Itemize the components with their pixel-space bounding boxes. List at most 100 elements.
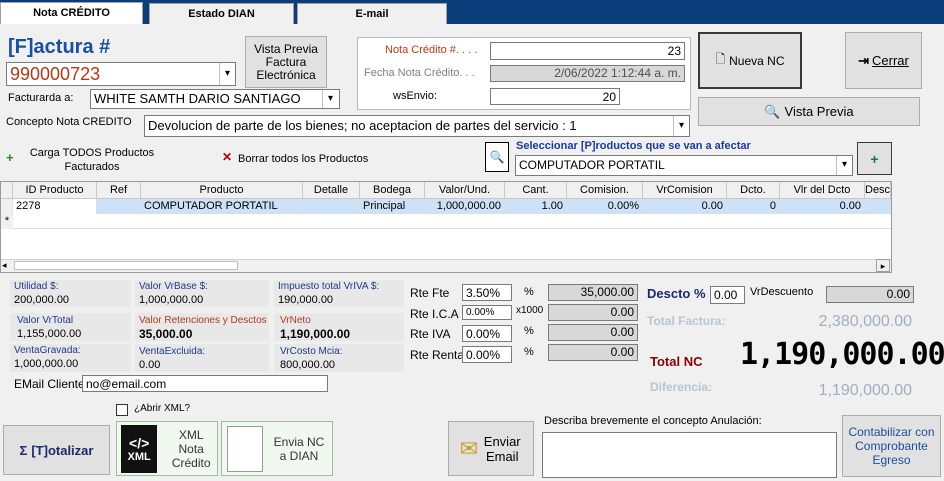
cell-vrcomision[interactable]: 0.00 [643,199,727,214]
diferencia-value: 1,190,000.00 [818,382,912,399]
tab-nota-credito[interactable]: Nota CRÉDITO [0,2,143,24]
row-header[interactable] [1,199,13,214]
scroll-right-icon[interactable]: ▸ [876,259,890,272]
ws-label: wsEnvio: [393,90,438,102]
email-input[interactable]: no@email.com [82,375,328,392]
col-vlr-dcto[interactable]: Vlr del Dcto [780,182,865,199]
total-nc-label: Total NC [650,354,703,369]
facturada-select[interactable]: WHITE SAMTH DARIO SANTIAGO [90,89,340,109]
vrbase-value: 1,000,000.00 [139,294,204,306]
chevron-down-icon[interactable]: ▾ [322,90,338,108]
sigma-icon: Σ [19,442,28,458]
delete-icon[interactable]: ✕ [222,150,232,164]
cell-dcto[interactable]: 0 [727,199,780,214]
rte-iva-input[interactable]: 0.00% [462,325,512,342]
col-ref[interactable]: Ref [97,182,141,199]
abrir-xml-checkbox[interactable] [116,404,128,416]
add-icon[interactable]: + [6,150,14,165]
utilidad-value: 200,000.00 [14,294,70,306]
code-icon: </> [129,434,150,451]
chevron-down-icon[interactable]: ▾ [836,156,852,175]
new-row-marker: * [1,214,13,229]
retenciones-label: Valor Retenciones y Desctos [139,315,267,326]
ica-unit: x1000 [516,305,544,316]
gravada-value: 1,000,000.00 [14,358,79,370]
table-row[interactable]: 2278 COMPUTADOR PORTATIL Principal 1,000… [1,199,891,214]
borrar-todos-button[interactable]: Borrar todos los Productos [238,153,368,165]
col-cant[interactable]: Cant. [505,182,567,199]
cell-comision[interactable]: 0.00% [567,199,643,214]
grid-header: ID Producto Ref Producto Detalle Bodega … [1,182,891,199]
factura-number-select[interactable]: 990000723 [6,62,236,86]
rte-renta-input[interactable]: 0.00% [462,346,512,363]
cell-desc[interactable] [865,199,891,214]
col-id-producto[interactable]: ID Producto [13,182,97,199]
productos-select[interactable]: COMPUTADOR PORTATIL [515,155,853,176]
enviar-email-label: Enviar Email [483,433,521,464]
vrtotal-label: Valor VrTotal [17,315,74,326]
nueva-nc-button[interactable]: 🗋 Nueva NC [698,32,802,89]
rte-ica-value: 0.00 [548,304,638,321]
envia-nc-button[interactable]: Envia NC a DIAN [221,421,333,476]
cell-id[interactable]: 2278 [13,199,97,214]
new-row[interactable] [13,214,891,229]
xml-badge: XML [127,450,151,463]
pct-symbol: % [524,286,534,298]
col-comision[interactable]: Comision. [567,182,643,199]
cell-producto[interactable]: COMPUTADOR PORTATIL [141,199,303,214]
contabilizar-button[interactable]: Contabilizar con Comprobante Egreso [842,415,941,477]
cell-cant[interactable]: 1.00 [505,199,567,214]
pct-symbol: % [524,325,534,337]
xml-file-icon: </> XML [121,424,158,473]
descto-input[interactable]: 0.00 [710,286,745,304]
tab-estado-dian[interactable]: Estado DIAN [149,3,294,24]
carga-todos-button[interactable]: Carga TODOS Productos Facturados [22,146,162,174]
cerrar-label: Cerrar [872,53,909,68]
nc-number-input[interactable]: 23 [490,42,685,60]
facturada-label: Facturarda a: [8,92,74,104]
col-dcto[interactable]: Dcto. [727,182,780,199]
cell-ref[interactable] [97,199,141,214]
descto-label: Descto % [647,286,706,301]
nc-fecha-value: 2/06/2022 1:12:44 a. m. [490,65,685,82]
invoice-icon [227,425,263,472]
col-vrcomision[interactable]: VrComision [643,182,727,199]
totalizar-button[interactable]: Σ [T]otalizar [3,425,110,475]
rte-fte-value: 35,000.00 [548,284,638,301]
vista-previa-button[interactable]: 🔍 Vista Previa [698,97,920,126]
nc-fecha-label: Fecha Nota Crédito. . . [364,67,475,79]
cell-valor[interactable]: 1,000,000.00 [425,199,505,214]
scrollbar-thumb[interactable] [14,261,238,270]
add-product-button[interactable]: + [857,142,892,175]
total-factura-value: 2,380,000.00 [818,313,912,330]
cell-bodega[interactable]: Principal [360,199,425,214]
utilidad-label: Utilidad $: [14,281,59,292]
col-detalle[interactable]: Detalle [303,182,360,199]
total-nc-value: 1,190,000.00 [740,337,944,372]
chevron-down-icon[interactable]: ▾ [673,116,689,136]
col-valor-und[interactable]: Valor/Und. [425,182,505,199]
ws-input[interactable]: 20 [490,88,620,105]
xml-label: XML Nota Crédito [171,427,211,470]
enviar-email-button[interactable]: ✉ Enviar Email [448,421,534,476]
rte-renta-label: Rte Renta [410,348,465,362]
cell-detalle[interactable] [303,199,360,214]
col-producto[interactable]: Producto [141,182,303,199]
concepto-select[interactable]: Devolucion de parte de los bienes; no ac… [144,115,690,137]
col-bodega[interactable]: Bodega [360,182,425,199]
search-product-button[interactable]: 🔍 [485,142,509,172]
xml-button[interactable]: </> XML XML Nota Crédito [116,421,218,476]
col-desc[interactable]: Desc [865,182,891,199]
cerrar-button[interactable]: ⇥ Cerrar [845,32,922,89]
cell-vlr-dcto[interactable]: 0.00 [780,199,865,214]
scroll-left-icon[interactable]: ◂ [2,259,7,272]
concepto-anulacion-label: Describa brevemente el concepto Anulació… [544,415,762,427]
productos-label: Seleccionar [P]roductos que se van a afe… [516,140,751,152]
chevron-down-icon[interactable]: ▾ [219,63,235,85]
vista-previa-factura-button[interactable]: Vista Previa Factura Electrónica [245,36,327,88]
rte-ica-input[interactable]: 0.00% [462,305,512,320]
concepto-anulacion-textarea[interactable] [542,432,837,478]
add-icon: + [870,150,879,167]
tab-email[interactable]: E-mail [297,3,447,24]
rte-fte-input[interactable]: 3.50% [462,284,512,301]
